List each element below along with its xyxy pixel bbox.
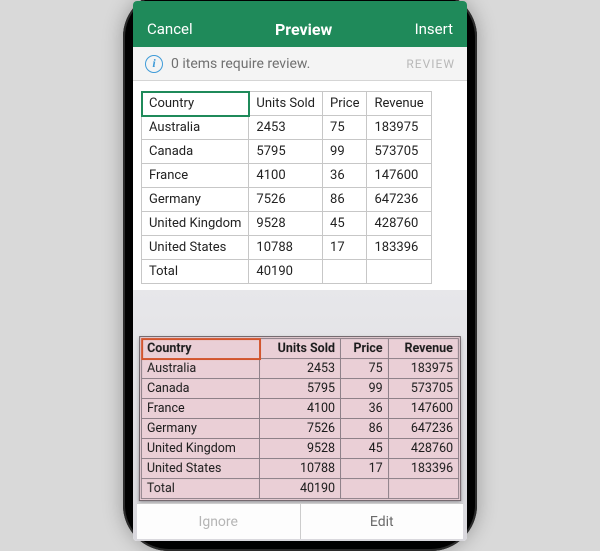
photo-cell: 45 [341, 439, 389, 459]
photo-cell: 183396 [388, 459, 458, 479]
cell[interactable]: 17 [323, 236, 367, 260]
cell[interactable]: 10788 [249, 236, 323, 260]
photo-cell: 99 [341, 379, 389, 399]
photo-header: Price [341, 339, 389, 359]
table-row: France410036147600 [142, 164, 432, 188]
photo-cell: Total [141, 479, 259, 499]
cell[interactable]: Australia [142, 116, 249, 140]
cell[interactable]: Total [142, 260, 249, 284]
header-cell[interactable]: Price [323, 92, 367, 116]
cell[interactable]: 7526 [249, 188, 323, 212]
insert-button[interactable]: Insert [415, 20, 453, 38]
photo-header: Units Sold [260, 339, 341, 359]
cell[interactable]: 9528 [249, 212, 323, 236]
captured-image-area[interactable]: Country Units Sold Price Revenue Austral… [133, 290, 467, 541]
photo-cell: Canada [142, 379, 260, 399]
photo-cell: 86 [341, 419, 389, 439]
cell[interactable]: Canada [142, 140, 249, 164]
photo-cell: 4100 [260, 399, 341, 419]
content-area: Country Units Sold Price Revenue Austral… [133, 81, 467, 541]
photo-cell: Australia [142, 359, 260, 379]
header-cell[interactable]: Units Sold [249, 92, 323, 116]
photo-cell: 428760 [388, 439, 458, 459]
cell[interactable]: 647236 [367, 188, 431, 212]
header-cell[interactable]: Country [142, 92, 249, 116]
bottom-toolbar: Ignore Edit [137, 503, 463, 539]
cell[interactable]: 40190 [249, 260, 323, 284]
cell[interactable] [367, 260, 431, 284]
cell[interactable]: 147600 [367, 164, 431, 188]
table-row: Australia245375183975 [142, 116, 432, 140]
photo-header: Country [142, 339, 260, 359]
photo-header: Revenue [388, 339, 458, 359]
photo-cell: United States [141, 459, 259, 479]
cell[interactable]: 428760 [367, 212, 431, 236]
cell[interactable]: 36 [323, 164, 367, 188]
photo-cell: United Kingdom [141, 439, 259, 459]
page-title: Preview [275, 20, 332, 39]
table-row: Canada579599573705 [142, 140, 432, 164]
photo-cell: 36 [341, 399, 389, 419]
photo-cell: 5795 [260, 379, 341, 399]
photo-cell: 573705 [388, 379, 458, 399]
cell[interactable]: United Kingdom [142, 212, 249, 236]
nav-bar: Cancel Preview Insert [133, 11, 467, 47]
cell[interactable]: 86 [323, 188, 367, 212]
photo-cell: 10788 [260, 459, 341, 479]
photo-cell [388, 479, 458, 499]
photo-cell: 40190 [260, 479, 341, 499]
info-icon: i [145, 55, 163, 73]
cell[interactable]: 5795 [249, 140, 323, 164]
table-header-row: Country Units Sold Price Revenue [142, 92, 432, 116]
photo-cell: France [142, 399, 260, 419]
photo-cell: 17 [341, 459, 389, 479]
cell[interactable]: 45 [323, 212, 367, 236]
cell[interactable]: 573705 [367, 140, 431, 164]
table-row: United States1078817183396 [142, 236, 432, 260]
photo-cell: 183975 [388, 359, 458, 379]
data-grid-wrap: Country Units Sold Price Revenue Austral… [133, 81, 467, 290]
photo-cell: 7526 [260, 419, 341, 439]
phone-frame: Cancel Preview Insert i 0 items require … [123, 0, 477, 551]
cell[interactable]: 183396 [367, 236, 431, 260]
captured-image-table: Country Units Sold Price Revenue Austral… [139, 336, 461, 501]
cell[interactable]: 183975 [367, 116, 431, 140]
photo-cell: 647236 [388, 419, 458, 439]
cell[interactable]: Germany [142, 188, 249, 212]
status-bar [133, 1, 467, 11]
review-button[interactable]: REVIEW [406, 57, 455, 71]
cell[interactable]: France [142, 164, 249, 188]
table-row: United Kingdom952845428760 [142, 212, 432, 236]
cell[interactable]: United States [142, 236, 249, 260]
photo-cell: 75 [341, 359, 389, 379]
cell[interactable]: 99 [323, 140, 367, 164]
screen: Cancel Preview Insert i 0 items require … [133, 1, 467, 541]
photo-cell: 2453 [260, 359, 341, 379]
photo-cell: Germany [141, 419, 259, 439]
edit-button[interactable]: Edit [301, 504, 464, 539]
photo-cell: 147600 [388, 399, 458, 419]
photo-cell [341, 479, 389, 499]
ignore-button[interactable]: Ignore [137, 504, 301, 539]
data-grid[interactable]: Country Units Sold Price Revenue Austral… [141, 91, 432, 284]
header-cell[interactable]: Revenue [367, 92, 431, 116]
photo-cell: 9528 [260, 439, 341, 459]
review-message: 0 items require review. [171, 56, 310, 72]
cancel-button[interactable]: Cancel [147, 20, 193, 38]
cell[interactable]: 75 [323, 116, 367, 140]
review-bar: i 0 items require review. REVIEW [133, 47, 467, 81]
cell[interactable] [323, 260, 367, 284]
cell[interactable]: 2453 [249, 116, 323, 140]
table-row: Total40190 [142, 260, 432, 284]
cell[interactable]: 4100 [249, 164, 323, 188]
table-row: Germany752686647236 [142, 188, 432, 212]
